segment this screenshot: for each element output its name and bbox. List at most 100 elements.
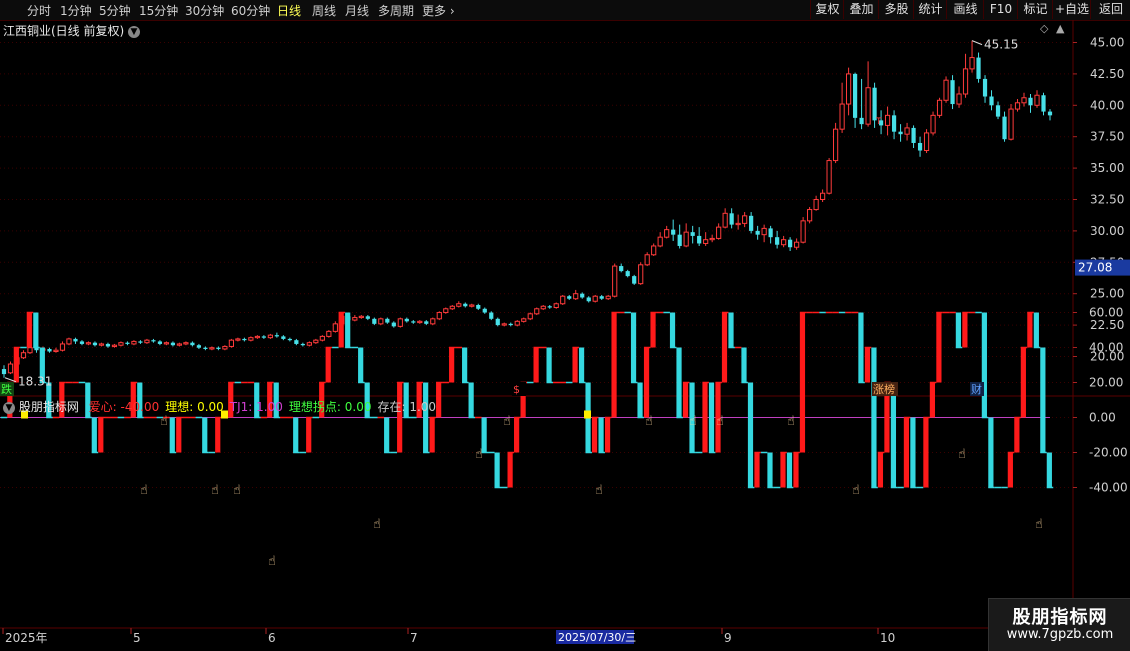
x-tick-label: 5	[133, 631, 141, 645]
period-tab-5[interactable]: 60分钟	[231, 2, 270, 19]
y-tick-label: 32.50	[1090, 193, 1124, 207]
osc-bar	[962, 312, 968, 348]
hand-pointer-icon: ☝	[268, 554, 276, 569]
candle-body	[709, 237, 715, 241]
y-tick-label: 37.50	[1090, 130, 1124, 144]
candle-body	[47, 348, 52, 352]
y-tick-label: 22.50	[1090, 318, 1124, 332]
candle-body	[619, 266, 624, 272]
period-tab-9[interactable]: 多周期	[378, 2, 414, 19]
osc-bar	[598, 417, 604, 453]
candle-body	[683, 231, 689, 247]
candle-body	[735, 222, 741, 226]
candle-body	[930, 114, 936, 134]
tool-button-5[interactable]: F10	[983, 0, 1018, 19]
candle-body	[605, 295, 611, 300]
tool-button-7[interactable]: +自选	[1052, 0, 1091, 19]
candle-body	[436, 312, 442, 320]
hand-pointer-icon: ☝	[645, 414, 653, 429]
osc-bar	[747, 382, 754, 488]
candle-body	[865, 87, 871, 125]
candle-body	[514, 320, 520, 326]
x-tick-label: 2025年	[5, 631, 48, 645]
osc-bar	[507, 452, 513, 488]
candle-body	[85, 342, 92, 345]
x-tick-label: 9	[724, 631, 732, 645]
hand-pointer-icon: ☝	[160, 414, 168, 429]
candle-body	[573, 293, 579, 300]
ind-tick-label: 0.00	[1089, 411, 1116, 425]
candle-body	[625, 271, 630, 277]
candle-body	[476, 305, 481, 309]
period-tab-2[interactable]: 5分钟	[99, 2, 131, 19]
osc-bar	[903, 417, 910, 488]
osc-bar	[923, 417, 929, 488]
candle-body	[144, 339, 150, 344]
candle-body	[157, 341, 163, 344]
candle-body	[632, 276, 637, 284]
candle-body	[969, 57, 975, 70]
osc-bar	[890, 382, 897, 488]
candle-body	[449, 305, 455, 310]
chevron-down-icon[interactable]: ▼	[128, 25, 141, 38]
tool-button-1[interactable]: 叠加	[843, 0, 879, 19]
osc-bar	[877, 452, 884, 488]
period-tab-4[interactable]: 30分钟	[185, 2, 224, 19]
period-tab-6[interactable]: 日线	[277, 2, 301, 19]
period-tab-1[interactable]: 1分钟	[60, 2, 92, 19]
ind-tick-label: 40.00	[1089, 341, 1123, 355]
diamond-icon[interactable]: ◇	[1040, 22, 1048, 35]
stock-title[interactable]: 江西铜业(日线 前复权) ▼	[3, 22, 141, 39]
tool-button-6[interactable]: 标记	[1017, 0, 1053, 19]
candle-body	[956, 93, 962, 105]
hand-pointer-icon: ☝	[852, 483, 860, 498]
candle-body	[352, 317, 358, 321]
osc-bar	[793, 452, 799, 488]
candle-body	[664, 229, 670, 238]
osc-bar	[1020, 347, 1026, 418]
candle-body	[196, 345, 202, 348]
candle-body	[638, 264, 644, 285]
tool-button-4[interactable]: 画线	[946, 0, 984, 19]
period-tab-7[interactable]: 周线	[312, 2, 336, 19]
osc-bar	[423, 382, 429, 453]
period-tab-0[interactable]: 分时	[27, 2, 51, 19]
period-tab-8[interactable]: 月线	[345, 2, 369, 19]
osc-bar	[1033, 312, 1039, 348]
candle-body	[274, 335, 279, 337]
candle-body	[66, 338, 72, 345]
candle-body	[235, 338, 241, 341]
candle-body	[962, 68, 969, 95]
osc-bar	[429, 417, 435, 453]
indicator-header[interactable]: ▼ 股朋指标网 爱心: -40.00 理想: 0.00 TJ1: 1.00 理想拐点:…	[3, 398, 436, 415]
period-tab-10[interactable]: 更多 ›	[422, 2, 455, 19]
candle-body	[372, 318, 377, 324]
candle-body	[463, 303, 468, 307]
candle-body	[111, 344, 118, 347]
candle-body	[592, 295, 598, 302]
osc-bar	[669, 312, 676, 348]
settings-icons[interactable]: ◇ ▲	[1040, 22, 1064, 35]
osc-bar	[682, 382, 689, 418]
chevron-down-icon[interactable]: ▼	[3, 401, 15, 414]
candle-body	[176, 343, 183, 346]
tool-button-0[interactable]: 复权	[810, 0, 844, 19]
osc-bar	[26, 312, 32, 348]
osc-bar	[494, 452, 500, 488]
osc-bar	[702, 382, 708, 453]
osc-bar	[637, 382, 643, 418]
period-tab-3[interactable]: 15分钟	[139, 2, 178, 19]
osc-bar	[1007, 452, 1013, 488]
tool-button-2[interactable]: 多股	[878, 0, 914, 19]
candle-body	[690, 232, 695, 236]
tool-button-8[interactable]: 返回	[1090, 0, 1130, 19]
candle-body	[131, 340, 137, 345]
candle-body	[540, 305, 546, 310]
candle-body	[677, 234, 682, 246]
osc-bar	[858, 312, 864, 383]
tool-button-3[interactable]: 统计	[913, 0, 947, 19]
ind-tick-label: 20.00	[1089, 376, 1123, 390]
ind-tick-label: 60.00	[1089, 306, 1123, 320]
up-icon[interactable]: ▲	[1056, 22, 1064, 35]
indicator-value-1: 理想: 0.00	[165, 400, 224, 414]
